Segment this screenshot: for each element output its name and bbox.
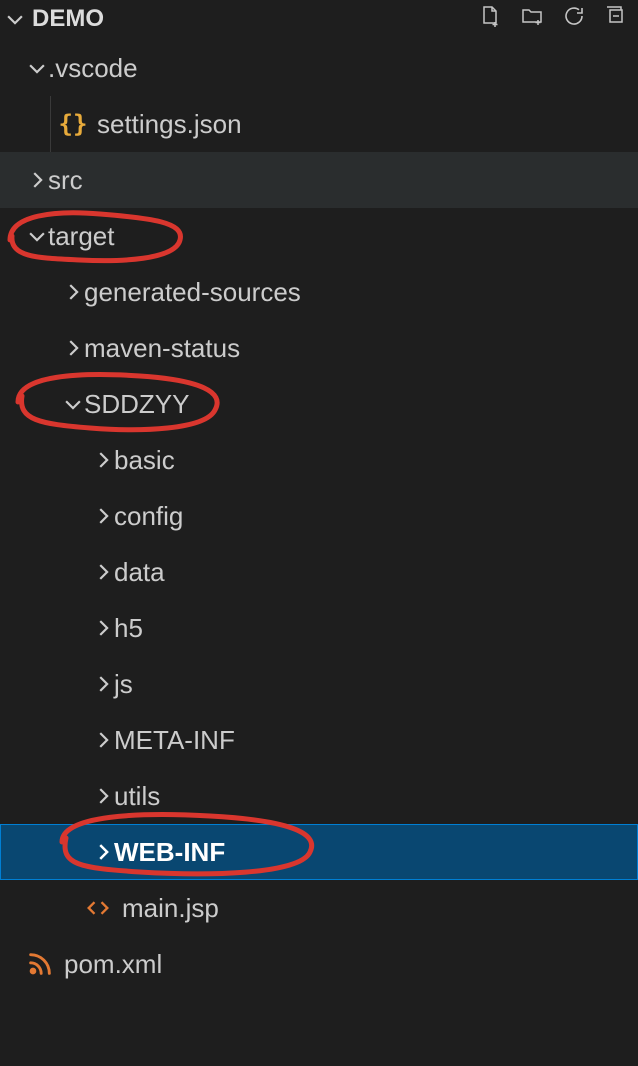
file-label: pom.xml <box>64 949 162 980</box>
new-file-button[interactable] <box>478 4 502 35</box>
chevron-right-icon <box>62 281 84 303</box>
folder-label: utils <box>114 781 160 812</box>
chevron-right-icon <box>92 785 114 807</box>
folder-label: SDDZYY <box>84 389 189 420</box>
chevron-right-icon <box>92 505 114 527</box>
json-icon: {} <box>59 110 87 138</box>
chevron-right-icon <box>92 841 114 863</box>
explorer-panel: DEMO .vscode {} settings. <box>0 0 638 1066</box>
folder-label: META-INF <box>114 725 235 756</box>
project-name: DEMO <box>32 5 104 33</box>
folder-target[interactable]: target <box>0 208 638 264</box>
refresh-button[interactable] <box>562 4 586 35</box>
folder-label: js <box>114 669 133 700</box>
folder-label: maven-status <box>84 333 240 364</box>
header-actions <box>478 4 628 35</box>
chevron-down-icon <box>62 393 84 415</box>
folder-config[interactable]: config <box>0 488 638 544</box>
file-pom-xml[interactable]: pom.xml <box>0 936 638 992</box>
chevron-down-icon <box>26 57 48 79</box>
folder-h5[interactable]: h5 <box>0 600 638 656</box>
folder-utils[interactable]: utils <box>0 768 638 824</box>
chevron-right-icon <box>92 729 114 751</box>
file-settings-json[interactable]: {} settings.json <box>0 96 638 152</box>
collapse-all-button[interactable] <box>604 4 628 35</box>
folder-label: src <box>48 165 83 196</box>
chevron-right-icon <box>26 169 48 191</box>
folder-label: config <box>114 501 183 532</box>
rss-icon <box>26 950 54 978</box>
new-folder-button[interactable] <box>520 4 544 35</box>
chevron-right-icon <box>92 449 114 471</box>
code-icon <box>84 894 112 922</box>
chevron-right-icon <box>62 337 84 359</box>
folder-label: h5 <box>114 613 143 644</box>
folder-web-inf[interactable]: WEB-INF <box>0 824 638 880</box>
file-label: settings.json <box>97 109 242 140</box>
chevron-right-icon <box>92 673 114 695</box>
folder-label: basic <box>114 445 175 476</box>
chevron-down-icon <box>26 225 48 247</box>
folder-src[interactable]: src <box>0 152 638 208</box>
folder-label: data <box>114 557 165 588</box>
folder-label: WEB-INF <box>114 837 225 868</box>
file-main-jsp[interactable]: main.jsp <box>0 880 638 936</box>
chevron-right-icon <box>92 561 114 583</box>
file-label: main.jsp <box>122 893 219 924</box>
folder-label: target <box>48 221 115 252</box>
folder-meta-inf[interactable]: META-INF <box>0 712 638 768</box>
folder-data[interactable]: data <box>0 544 638 600</box>
folder-label: generated-sources <box>84 277 301 308</box>
chevron-down-icon <box>4 8 26 30</box>
folder-vscode[interactable]: .vscode <box>0 40 638 96</box>
folder-maven-status[interactable]: maven-status <box>0 320 638 376</box>
folder-label: .vscode <box>48 53 138 84</box>
project-header[interactable]: DEMO <box>0 0 638 40</box>
folder-basic[interactable]: basic <box>0 432 638 488</box>
folder-generated-sources[interactable]: generated-sources <box>0 264 638 320</box>
folder-js[interactable]: js <box>0 656 638 712</box>
chevron-right-icon <box>92 617 114 639</box>
folder-sddzyy[interactable]: SDDZYY <box>0 376 638 432</box>
